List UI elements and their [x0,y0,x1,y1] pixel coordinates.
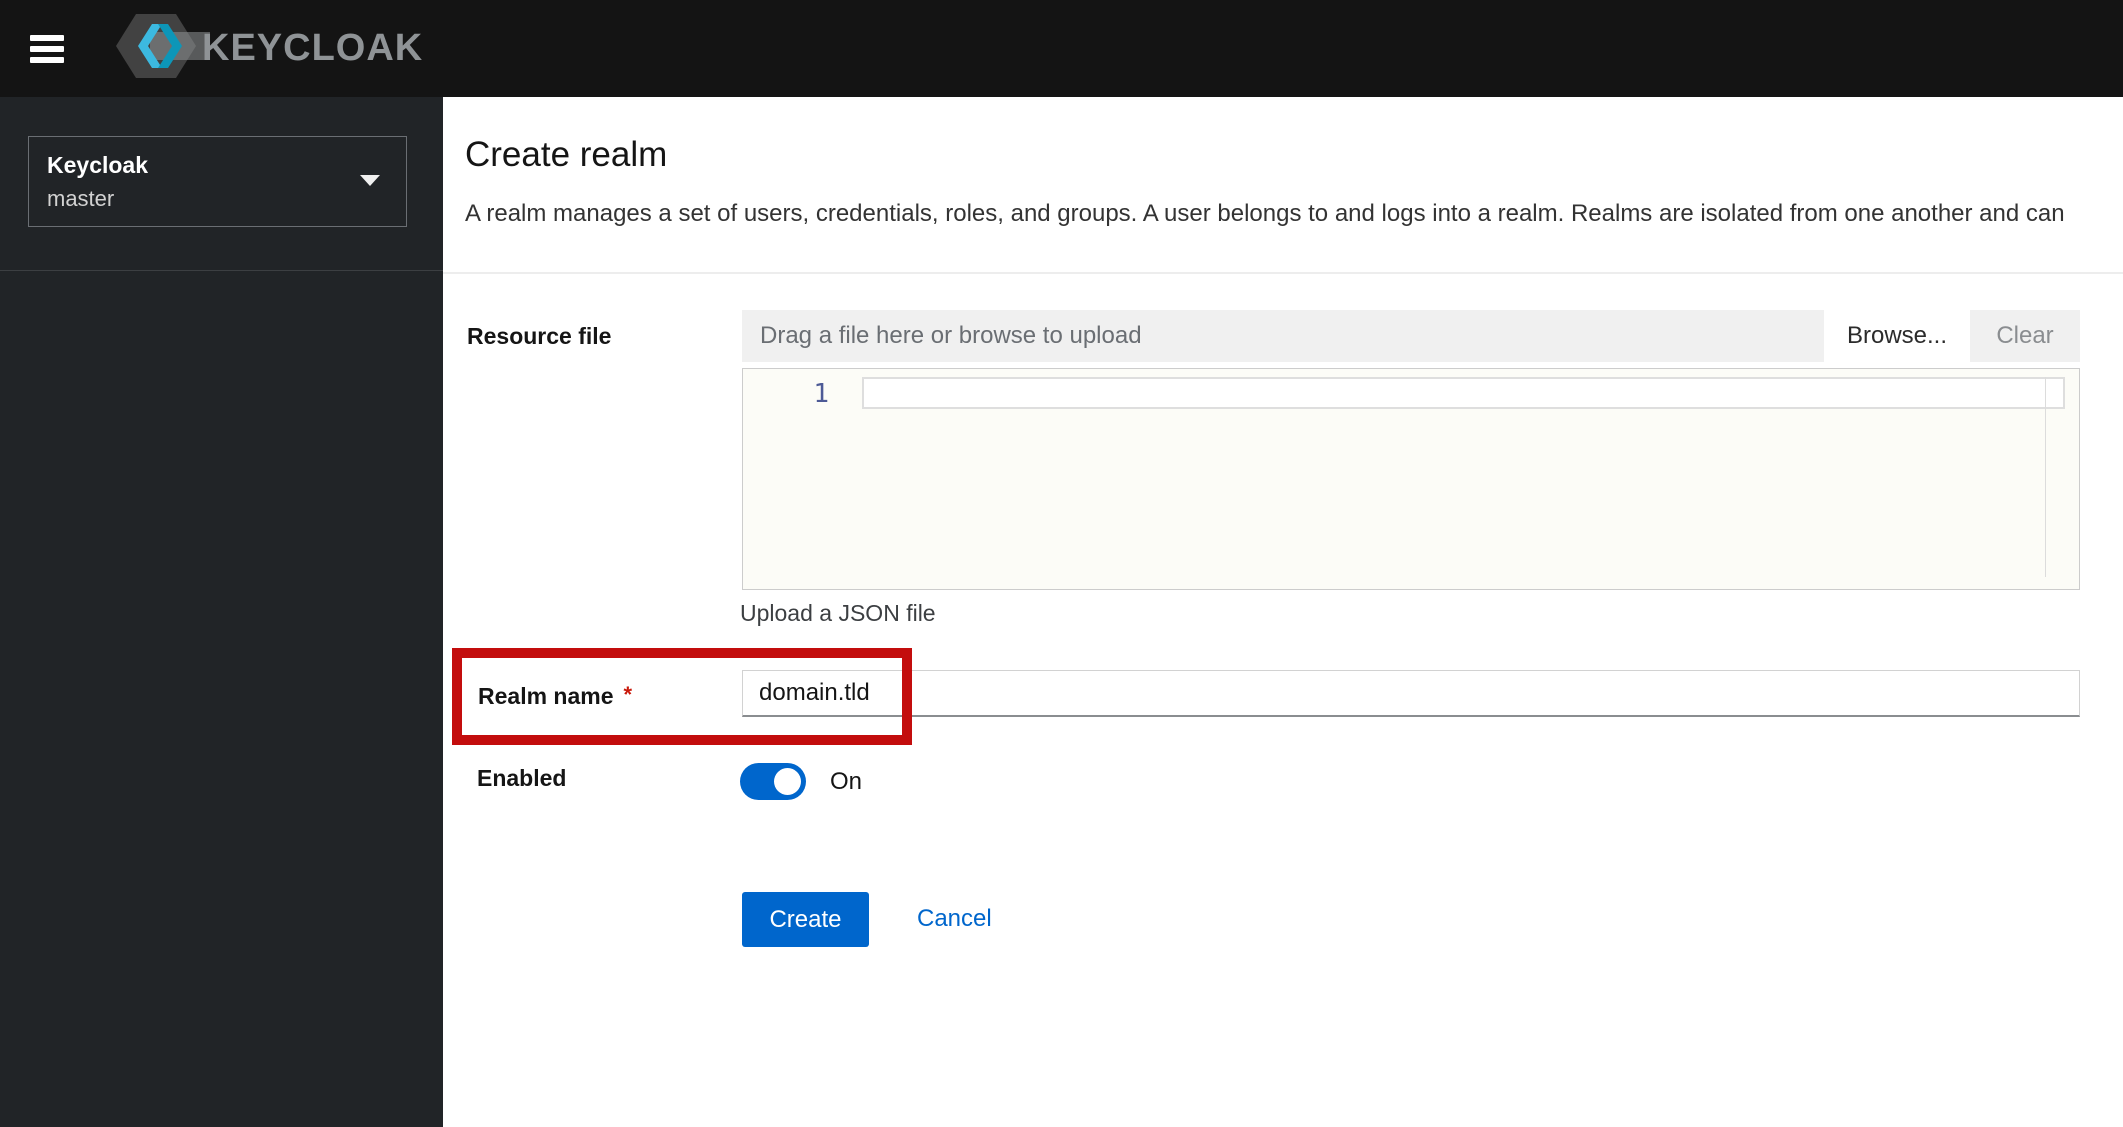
clear-button[interactable]: Clear [1970,310,2080,362]
keycloak-logo[interactable]: KEYCLOAK [110,8,423,89]
file-upload-control: Browse... Clear [742,310,2080,362]
realm-name-label: Realm name * [478,682,632,710]
browse-button[interactable]: Browse... [1824,310,1970,362]
page-description: A realm manages a set of users, credenti… [465,200,2065,227]
app-header: KEYCLOAK [0,0,2123,97]
file-upload-input[interactable] [742,310,1824,362]
hamburger-menu-icon[interactable] [30,33,68,65]
realm-switcher-current-realm: master [47,186,115,211]
brand-text: KEYCLOAK [202,27,424,69]
create-button[interactable]: Create [742,892,869,947]
main-content: Create realm A realm manages a set of us… [443,97,2123,1127]
upload-helper-text: Upload a JSON file [740,600,936,626]
realm-name-label-text: Realm name [478,683,614,709]
editor-scroll-track [2045,377,2046,577]
realm-switcher-title: Keycloak [47,152,149,178]
realm-switcher-dropdown[interactable]: Keycloak master [28,136,407,227]
enabled-toggle[interactable] [740,763,806,800]
editor-line-number: 1 [813,379,829,409]
section-divider [443,272,2123,274]
page-title: Create realm [465,135,668,174]
editor-active-line[interactable] [862,377,2065,409]
required-indicator: * [623,682,633,707]
cancel-link[interactable]: Cancel [917,905,992,933]
enabled-label: Enabled [477,765,567,791]
chevron-down-icon [360,175,380,186]
keycloak-logo-icon [110,8,210,89]
sidebar: Keycloak master [0,97,443,1127]
toggle-knob [774,768,801,795]
enabled-state-label: On [830,768,863,795]
json-code-editor[interactable]: 1 [742,368,2080,590]
realm-name-input[interactable] [742,670,2080,717]
resource-file-label: Resource file [467,323,612,349]
